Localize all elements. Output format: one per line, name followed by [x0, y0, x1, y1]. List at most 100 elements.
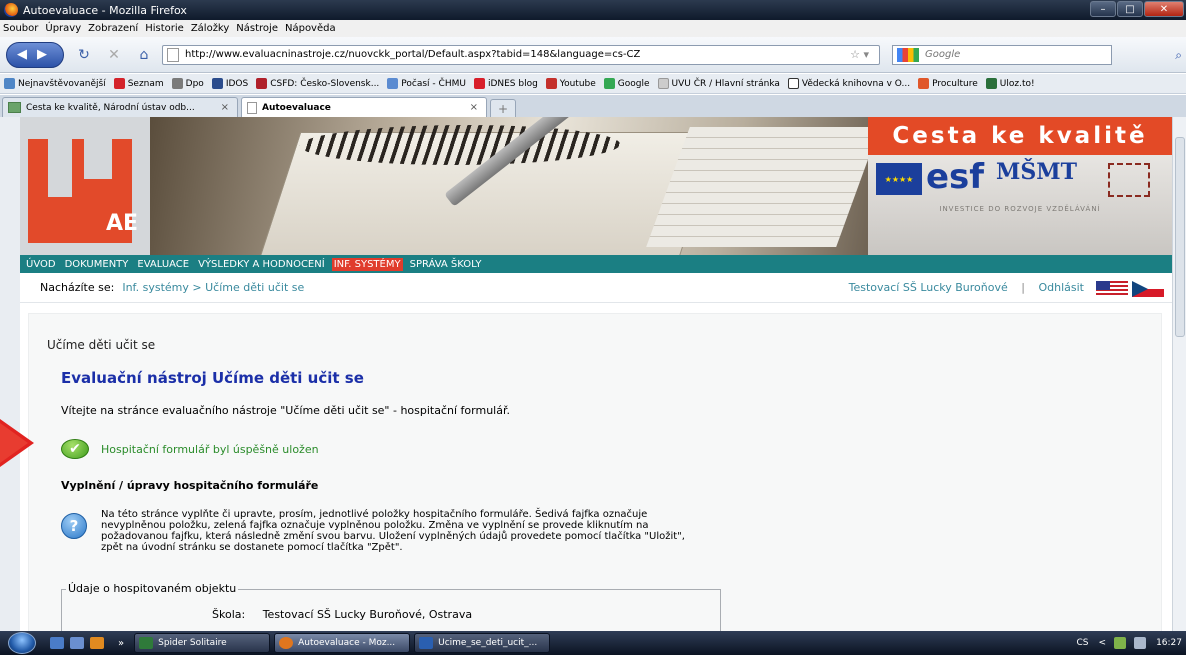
- bookmark-item[interactable]: Nejnavštěvovanější: [4, 78, 106, 89]
- bookmark-item[interactable]: Seznam: [113, 78, 164, 89]
- volume-icon[interactable]: [1134, 637, 1147, 649]
- new-tab-button[interactable]: +: [490, 99, 516, 117]
- quicklaunch-icon[interactable]: [90, 637, 104, 649]
- esf-logo: esf: [926, 157, 985, 197]
- bookmark-item[interactable]: Počasí - ČHMU: [387, 78, 466, 89]
- url-input[interactable]: [185, 49, 851, 60]
- bookmark-item[interactable]: CSFD: Česko-Slovensk...: [256, 78, 379, 89]
- vertical-scrollbar[interactable]: [1172, 117, 1186, 631]
- navigation-toolbar: ◀ ▶ ↻ ✕ ⌂ ☆ ▾ ⌕: [0, 37, 1186, 73]
- search-icon[interactable]: ⌕: [1175, 48, 1182, 63]
- tab-autoevaluace[interactable]: Autoevaluace ×: [241, 97, 487, 117]
- ae-logo[interactable]: AE: [20, 117, 150, 255]
- bookmark-favicon-icon: [787, 78, 799, 89]
- windows-orb-icon[interactable]: [8, 632, 36, 654]
- firefox-task-icon: [279, 637, 294, 649]
- breadcrumb-path[interactable]: Inf. systémy > Učíme děti učit se: [122, 281, 304, 294]
- school-name-link[interactable]: Testovací SŠ Lucky Buroňové: [849, 281, 1008, 294]
- search-engine-icon[interactable]: [897, 47, 919, 62]
- bookmark-item[interactable]: Dpo: [171, 78, 204, 89]
- breadcrumb-label: Nacházíte se:: [40, 281, 115, 294]
- browser-viewport: AE Cesta ke kvalitě ★★★★ esf MŠMT INVEST…: [0, 117, 1186, 631]
- bookmark-favicon-icon: [545, 78, 557, 89]
- switch-windows-icon[interactable]: [70, 637, 84, 649]
- menu-nastroje[interactable]: Nástroje: [236, 23, 278, 34]
- clock[interactable]: 16:27: [1156, 638, 1182, 648]
- main-menu: ÚVOD DOKUMENTY EVALUACE VÝSLEDKY A HODNO…: [20, 255, 1172, 273]
- page-icon: [167, 47, 179, 62]
- success-text: Hospitační formulář byl úspěšně uložen: [101, 442, 319, 456]
- menu-historie[interactable]: Historie: [145, 23, 184, 34]
- show-desktop-icon[interactable]: [50, 637, 64, 649]
- tab-cesta-ke-kvalite[interactable]: Cesta ke kvalitě, Národní ústav odb... ×: [2, 97, 238, 117]
- quicklaunch-overflow-icon[interactable]: »: [118, 638, 124, 649]
- skola-row: Škola: Testovací SŠ Lucky Buroňové, Ostr…: [212, 608, 472, 621]
- bookmark-item[interactable]: Uloz.to!: [985, 78, 1035, 89]
- task-word-document[interactable]: Ucime_se_deti_ucit_...: [414, 633, 551, 653]
- bookmark-item[interactable]: UVU ČR / Hlavní stránka: [657, 78, 780, 89]
- reload-icon[interactable]: ↻: [74, 45, 94, 65]
- close-tab-icon[interactable]: ×: [470, 102, 478, 113]
- site-banner: AE Cesta ke kvalitě ★★★★ esf MŠMT INVEST…: [20, 117, 1172, 255]
- bookmark-favicon-icon: [657, 78, 669, 89]
- scrollbar-thumb[interactable]: [1175, 137, 1185, 337]
- bookmark-favicon-icon: [171, 78, 183, 89]
- info-text: Na této stránce vyplňte či upravte, pros…: [101, 509, 685, 553]
- url-bar[interactable]: ☆ ▾: [162, 44, 880, 65]
- close-tab-icon[interactable]: ×: [221, 102, 229, 113]
- breadcrumb: Nacházíte se: Inf. systémy > Učíme děti …: [20, 273, 1172, 303]
- forward-arrow-icon[interactable]: ▶: [37, 47, 47, 62]
- network-icon[interactable]: [1114, 637, 1127, 649]
- back-forward-buttons[interactable]: ◀ ▶: [6, 41, 64, 68]
- bookmark-item[interactable]: Youtube: [545, 78, 596, 89]
- skola-value: Testovací SŠ Lucky Buroňové, Ostrava: [262, 608, 473, 621]
- close-window-button[interactable]: ✕: [1144, 1, 1184, 17]
- menu-dokumenty[interactable]: DOKUMENTY: [63, 258, 131, 271]
- bookmark-item[interactable]: Vědecká knihovna v O...: [787, 78, 910, 89]
- menu-zalozky[interactable]: Záložky: [191, 23, 229, 34]
- tray-expand-icon[interactable]: <: [1099, 638, 1107, 648]
- menu-vysledky[interactable]: VÝSLEDKY A HODNOCENÍ: [196, 258, 327, 271]
- menu-evaluace[interactable]: EVALUACE: [135, 258, 191, 271]
- stop-icon[interactable]: ✕: [104, 45, 124, 65]
- op-logo-icon: [1108, 163, 1150, 197]
- menu-inf-systemy[interactable]: INF. SYSTÉMY: [331, 257, 403, 271]
- solitaire-icon: [139, 637, 154, 649]
- search-box[interactable]: [892, 44, 1112, 65]
- menu-upravy[interactable]: Úpravy: [45, 23, 81, 34]
- menu-zobrazeni[interactable]: Zobrazení: [88, 23, 138, 34]
- window-title: Autoevaluace - Mozilla Firefox: [23, 3, 187, 17]
- english-flag-icon[interactable]: [1096, 281, 1128, 297]
- maximize-button[interactable]: □: [1117, 1, 1143, 17]
- bookmark-item[interactable]: Proculture: [918, 78, 978, 89]
- menu-uvod[interactable]: ÚVOD: [24, 258, 58, 271]
- bookmark-item[interactable]: iDNES blog: [473, 78, 538, 89]
- czech-flag-icon[interactable]: [1132, 281, 1164, 297]
- skola-label: Škola:: [212, 608, 246, 621]
- language-indicator[interactable]: CS: [1077, 638, 1089, 648]
- bookmark-favicon-icon: [256, 78, 268, 89]
- web-page: AE Cesta ke kvalitě ★★★★ esf MŠMT INVEST…: [20, 117, 1172, 631]
- menu-napoveda[interactable]: Nápověda: [285, 23, 336, 34]
- bookmark-favicon-icon: [211, 78, 223, 89]
- investice-text: INVESTICE DO ROZVOJE VZDĚLÁVÁNÍ: [939, 205, 1101, 213]
- bookmark-item[interactable]: Google: [603, 78, 650, 89]
- search-input[interactable]: [925, 49, 1075, 60]
- task-firefox[interactable]: Autoevaluace - Moz...: [274, 633, 411, 653]
- msmt-logo: MŠMT: [996, 159, 1077, 185]
- bookmark-item[interactable]: IDOS: [211, 78, 248, 89]
- cesta-ke-kvalite-logo: Cesta ke kvalitě ★★★★ esf MŠMT INVESTICE…: [868, 117, 1172, 255]
- minimize-button[interactable]: –: [1090, 1, 1116, 17]
- logout-link[interactable]: Odhlásit: [1038, 281, 1084, 294]
- menu-sprava-skoly[interactable]: SPRÁVA ŠKOLY: [408, 258, 484, 271]
- start-button[interactable]: [0, 631, 44, 655]
- user-area: Testovací SŠ Lucky Buroňové | Odhlásit: [848, 281, 1084, 294]
- bookmark-star-icon[interactable]: ☆ ▾: [850, 48, 869, 61]
- bookmarks-bar: Nejnavštěvovanější Seznam Dpo IDOS CSFD:…: [0, 74, 1186, 94]
- menu-soubor[interactable]: Soubor: [3, 23, 38, 34]
- bookmark-favicon-icon: [603, 78, 615, 89]
- tab-favicon-icon: [8, 102, 21, 113]
- back-arrow-icon[interactable]: ◀: [17, 47, 27, 62]
- task-spider-solitaire[interactable]: Spider Solitaire: [134, 633, 271, 653]
- home-icon[interactable]: ⌂: [134, 45, 154, 65]
